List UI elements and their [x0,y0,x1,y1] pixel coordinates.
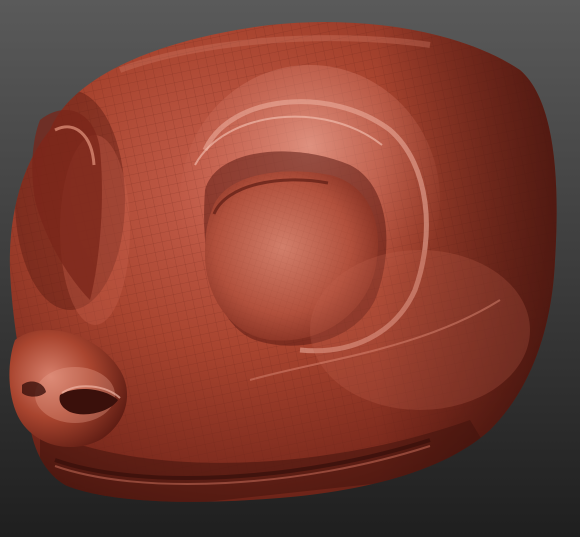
sculpt-render [0,0,580,537]
viewport-canvas[interactable] [0,0,580,537]
